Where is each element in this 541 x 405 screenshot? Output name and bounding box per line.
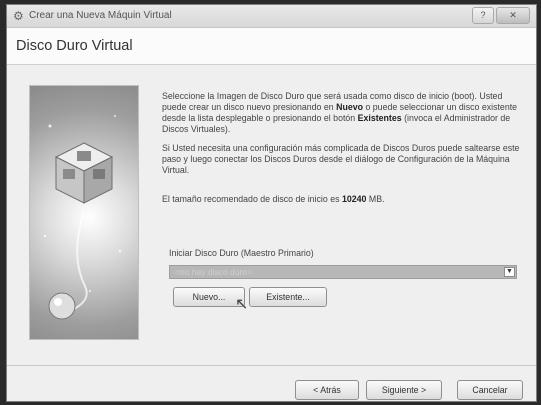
description-text-1: Seleccione la Imagen de Disco Duro que s… xyxy=(162,91,477,101)
recommended-size-unit: MB. xyxy=(366,194,385,204)
title-bar: ⚙ Crear una Nueva Máquin Virtual ? ✕ xyxy=(7,5,536,28)
boot-disk-select[interactable]: <no hay disco duro> ▼ xyxy=(169,265,517,279)
description-paragraph-2: Si Usted necesita una configuración más … xyxy=(162,143,520,175)
mouse-cursor-icon: ↖ xyxy=(235,296,249,313)
cube-graphic xyxy=(43,115,122,320)
description-paragraph-1: Seleccione la Imagen de Disco Duro que s… xyxy=(162,91,522,135)
description-text: Seleccione la Imagen de Disco Duro que s… xyxy=(162,91,522,205)
boot-disk-label: Iniciar Disco Duro (Maestro Primario) xyxy=(169,248,314,258)
recommended-size-prefix: El tamaño recomendado de disco de inicio… xyxy=(162,194,342,204)
virtualbox-cube-illustration xyxy=(29,85,139,340)
footer-divider xyxy=(7,365,536,366)
recommended-size-value: 10240 xyxy=(341,194,367,204)
nuevo-keyword: Nuevo xyxy=(336,102,363,112)
light-trail xyxy=(69,210,88,312)
help-button[interactable]: ? xyxy=(472,7,494,24)
sparkle-dots xyxy=(43,115,122,292)
window-controls: ? ✕ xyxy=(472,7,530,24)
next-button[interactable]: Siguiente > xyxy=(366,380,442,400)
glass-sphere xyxy=(48,292,76,320)
virtualbox-app-icon: ⚙ xyxy=(13,9,24,23)
window-title: Crear una Nueva Máquin Virtual xyxy=(29,10,172,21)
wizard-window: ⚙ Crear una Nueva Máquin Virtual ? ✕ Dis… xyxy=(6,4,537,402)
dropdown-arrow-icon[interactable]: ▼ xyxy=(504,267,515,277)
recommended-size-text: El tamaño recomendado de disco de inicio… xyxy=(162,194,522,205)
existentes-keyword: Existentes xyxy=(357,113,402,123)
back-button[interactable]: < Atrás xyxy=(295,380,359,400)
page-header: Disco Duro Virtual xyxy=(7,28,536,65)
cancel-button[interactable]: Cancelar xyxy=(457,380,523,400)
close-button[interactable]: ✕ xyxy=(496,7,530,24)
cube-icon xyxy=(54,142,114,204)
page-title: Disco Duro Virtual xyxy=(16,38,133,54)
existing-disk-button[interactable]: Existente... xyxy=(249,287,327,307)
boot-disk-selected-value: <no hay disco duro> xyxy=(175,267,253,277)
